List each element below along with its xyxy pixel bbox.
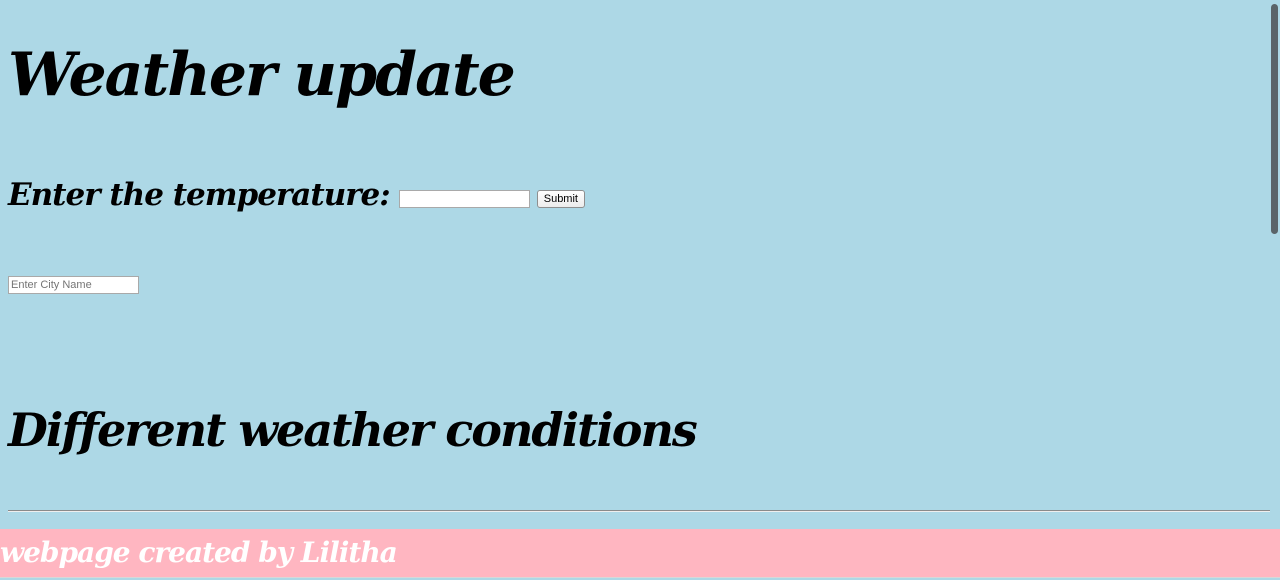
temperature-form: Enter the temperature: Submit [8, 172, 585, 218]
horizontal-divider [8, 510, 1270, 512]
city-name-input[interactable] [8, 276, 139, 294]
vertical-scrollbar[interactable] [1268, 0, 1280, 580]
scrollbar-thumb[interactable] [1271, 4, 1278, 234]
temperature-input[interactable] [398, 190, 530, 208]
page-title: Weather update [8, 40, 516, 110]
weather-conditions-heading: Different weather conditions [8, 403, 698, 457]
temperature-label: Enter the temperature: [8, 177, 391, 213]
submit-button[interactable]: Submit [536, 190, 585, 208]
footer-credit: webpage created by Lilitha [0, 536, 398, 569]
footer: webpage created by Lilitha [0, 529, 1280, 578]
